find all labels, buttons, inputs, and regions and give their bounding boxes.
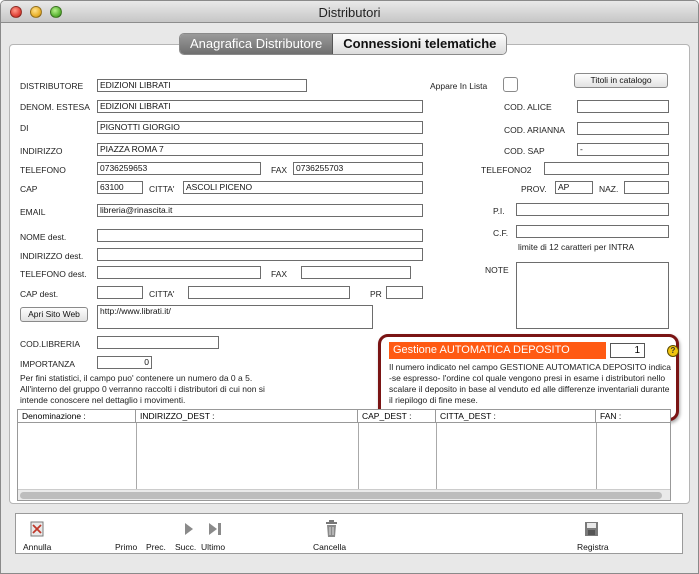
- cap-label: CAP: [20, 184, 38, 194]
- last-icon[interactable]: [208, 522, 223, 536]
- column-citta-dest[interactable]: CITTA_DEST :: [436, 410, 596, 423]
- tab-anagrafica[interactable]: Anagrafica Distributore: [180, 34, 334, 54]
- column-denominazione[interactable]: Denominazione :: [18, 410, 136, 423]
- telefono-dest-field[interactable]: [97, 266, 261, 279]
- citta-field[interactable]: ASCOLI PICENO: [183, 181, 423, 194]
- cod-libreria-field[interactable]: [97, 336, 219, 349]
- di-label: DI: [20, 123, 29, 133]
- telefono-field[interactable]: 0736259653: [97, 162, 261, 175]
- title-bar: Distributori: [1, 1, 698, 23]
- cf-label: C.F.: [493, 228, 509, 238]
- next-icon[interactable]: [184, 522, 194, 536]
- distributore-field[interactable]: EDIZIONI LIBRATI: [97, 79, 307, 92]
- di-field[interactable]: PIGNOTTI GIORGIO: [97, 121, 423, 134]
- naz-field[interactable]: [624, 181, 669, 194]
- registra-button[interactable]: Registra: [577, 542, 609, 552]
- succ-button[interactable]: Succ.: [175, 542, 196, 552]
- indirizzo-label: INDIRIZZO: [20, 146, 63, 156]
- indirizzo-dest-label: INDIRIZZO dest.: [20, 251, 84, 261]
- cod-alice-label: COD. ALICE: [504, 102, 552, 112]
- apri-sito-web-button[interactable]: Apri Sito Web: [20, 307, 88, 322]
- cancella-button[interactable]: Cancella: [313, 542, 346, 552]
- cod-libreria-label: COD.LIBRERIA: [20, 339, 80, 349]
- telefono2-field[interactable]: [544, 162, 669, 175]
- primo-button[interactable]: Primo: [115, 542, 137, 552]
- column-divider: [136, 423, 137, 489]
- column-divider: [596, 423, 597, 489]
- nome-dest-field[interactable]: [97, 229, 423, 242]
- save-icon[interactable]: [584, 521, 600, 538]
- denom-estesa-field[interactable]: EDIZIONI LIBRATI: [97, 100, 423, 113]
- gestione-deposito-field[interactable]: 1: [610, 343, 645, 358]
- telefono-dest-label: TELEFONO dest.: [20, 269, 87, 279]
- help-icon[interactable]: ?: [667, 345, 679, 357]
- gestione-deposito-description: Il numero indicato nel campo GESTIONE AU…: [389, 362, 672, 405]
- indirizzo-dest-field[interactable]: [97, 248, 423, 261]
- cod-sap-label: COD. SAP: [504, 146, 545, 156]
- fax-dest-field[interactable]: [301, 266, 411, 279]
- note-field[interactable]: [516, 262, 669, 329]
- window: Distributori Anagrafica Distributore Con…: [0, 0, 699, 574]
- column-cap-dest[interactable]: CAP_DEST :: [358, 410, 436, 423]
- table-header: Denominazione : INDIRIZZO_DEST : CAP_DES…: [18, 410, 670, 423]
- distributore-label: DISTRIBUTORE: [20, 81, 84, 91]
- titoli-in-catalogo-button[interactable]: Titoli in catalogo: [574, 73, 668, 88]
- cod-sap-field[interactable]: -: [577, 143, 669, 156]
- prov-label: PROV.: [521, 184, 547, 194]
- fax-dest-label: FAX: [271, 269, 288, 279]
- nome-dest-label: NOME dest.: [20, 232, 67, 242]
- citta-label: CITTA': [149, 184, 175, 194]
- cod-arianna-label: COD. ARIANNA: [504, 125, 565, 135]
- cap-field[interactable]: 63100: [97, 181, 143, 194]
- importanza-note: Per fini statistici, il campo puo' conte…: [20, 373, 265, 405]
- fax-field[interactable]: 0736255703: [293, 162, 423, 175]
- appare-in-lista-label: Appare In Lista: [430, 81, 488, 91]
- citta-dest-field[interactable]: [188, 286, 350, 299]
- column-fan[interactable]: FAN :: [596, 410, 672, 423]
- cf-hint: limite di 12 caratteri per INTRA: [518, 242, 635, 252]
- indirizzo-field[interactable]: PIAZZA ROMA 7: [97, 143, 423, 156]
- importanza-field[interactable]: 0: [97, 356, 152, 369]
- appare-in-lista-checkbox[interactable]: [503, 77, 518, 92]
- cf-field[interactable]: [516, 225, 669, 238]
- scrollbar-thumb[interactable]: [20, 492, 662, 499]
- importanza-label: IMPORTANZA: [20, 359, 75, 369]
- denom-estesa-label: DENOM. ESTESA: [20, 102, 90, 112]
- telefono2-label: TELEFONO2: [481, 165, 532, 175]
- pr-dest-label: PR: [370, 289, 382, 299]
- cap-dest-field[interactable]: [97, 286, 143, 299]
- pr-dest-field[interactable]: [386, 286, 423, 299]
- cod-arianna-field[interactable]: [577, 122, 669, 135]
- tab-bar: Anagrafica Distributore Connessioni tele…: [179, 33, 508, 55]
- column-indirizzo-dest[interactable]: INDIRIZZO_DEST :: [136, 410, 358, 423]
- trash-icon[interactable]: [325, 520, 338, 538]
- sito-web-field[interactable]: http://www.librati.it/: [97, 305, 373, 329]
- email-label: EMAIL: [20, 207, 46, 217]
- cod-alice-field[interactable]: [577, 100, 669, 113]
- window-title: Distributori: [318, 5, 381, 20]
- cap-dest-label: CAP dest.: [20, 289, 59, 299]
- destinazioni-table[interactable]: Denominazione : INDIRIZZO_DEST : CAP_DES…: [17, 409, 671, 501]
- citta-dest-label: CITTA': [149, 289, 175, 299]
- email-field[interactable]: libreria@rinascita.it: [97, 204, 423, 217]
- note-label: NOTE: [485, 265, 509, 275]
- ultimo-button[interactable]: Ultimo: [201, 542, 225, 552]
- gestione-deposito-box: Gestione AUTOMATICA DEPOSITO 1 ? Il nume…: [378, 334, 679, 421]
- horizontal-scrollbar[interactable]: [18, 489, 670, 500]
- gestione-deposito-title: Gestione AUTOMATICA DEPOSITO: [389, 342, 606, 359]
- annulla-button[interactable]: Annulla: [23, 542, 51, 552]
- pi-label: P.I.: [493, 206, 505, 216]
- column-divider: [436, 423, 437, 489]
- prov-field[interactable]: AP: [555, 181, 593, 194]
- tab-connessioni[interactable]: Connessioni telematiche: [333, 34, 507, 54]
- column-divider: [358, 423, 359, 489]
- annulla-icon[interactable]: [30, 521, 46, 538]
- prec-button[interactable]: Prec.: [146, 542, 166, 552]
- pi-field[interactable]: [516, 203, 669, 216]
- naz-label: NAZ.: [599, 184, 619, 194]
- fax-label: FAX: [271, 165, 288, 175]
- bottom-toolbar: Annulla Primo Prec. Succ. Ultimo Cancell…: [15, 513, 683, 554]
- telefono-label: TELEFONO: [20, 165, 66, 175]
